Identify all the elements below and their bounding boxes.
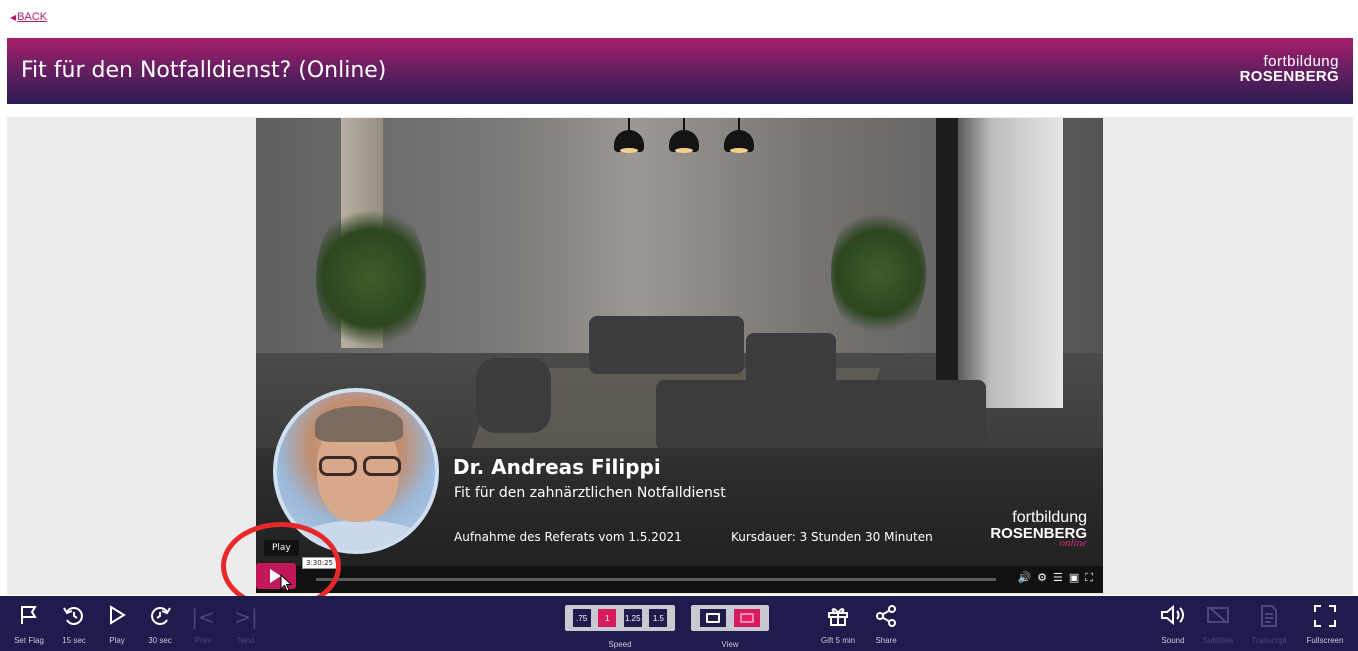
skip-forward-icon: >| bbox=[234, 605, 258, 629]
player-toolbar: Set Flag 15 sec Play 30 sec |< Prev >| N… bbox=[0, 596, 1358, 651]
play-button[interactable]: Play bbox=[102, 604, 132, 645]
share-button[interactable]: Share bbox=[870, 604, 902, 645]
skip-back-icon: |< bbox=[191, 605, 215, 629]
forward-30-label: 30 sec bbox=[148, 636, 172, 645]
speed-option[interactable]: 1.25 bbox=[623, 609, 642, 627]
scene-plant bbox=[316, 198, 426, 358]
video-brand-line1: fortbildung bbox=[1012, 509, 1087, 526]
play-label: Play bbox=[109, 636, 125, 645]
scene-window bbox=[943, 118, 1063, 408]
sound-label: Sound bbox=[1161, 636, 1185, 645]
view-label: View bbox=[721, 640, 739, 649]
share-icon bbox=[870, 604, 902, 630]
page-title: Fit für den Notfalldienst? (Online) bbox=[21, 58, 387, 83]
video-stage: Dr. Andreas Filippi Fit für den zahnärzt… bbox=[7, 117, 1353, 595]
prev-label: Prev bbox=[194, 636, 212, 645]
view-selector bbox=[691, 605, 769, 631]
course-header: Fit für den Notfalldienst? (Online) fort… bbox=[7, 38, 1353, 104]
subtitles-button[interactable]: Subtitles bbox=[1198, 604, 1238, 645]
pendant-lamp bbox=[724, 118, 754, 154]
window-view-icon bbox=[705, 613, 720, 623]
video-brand-logo: fortbildung ROSENBERG online bbox=[990, 510, 1087, 549]
gift-label: Gift 5 min bbox=[820, 636, 856, 645]
course-duration: Kursdauer: 3 Stunden 30 Minuten bbox=[731, 530, 933, 544]
subtitles-label: Subtitles bbox=[1202, 636, 1234, 645]
fullscreen-button[interactable]: Fullscreen bbox=[1302, 604, 1348, 645]
scene-pouf bbox=[476, 358, 551, 433]
back-arrow-icon: ◀ bbox=[10, 13, 17, 22]
speed-option-active[interactable]: 1 bbox=[598, 609, 617, 627]
view-option-window[interactable] bbox=[699, 609, 726, 627]
video-control-icons: 🔊 ⚙ ☰ ▣ ⛶ bbox=[1017, 571, 1093, 585]
transcript-label: Transcript bbox=[1251, 636, 1287, 645]
brand-line2: ROSENBERG bbox=[1239, 68, 1339, 85]
subtitles-icon bbox=[1198, 604, 1238, 630]
set-flag-button[interactable]: Set Flag bbox=[10, 604, 48, 645]
brand-logo: fortbildung ROSENBERG bbox=[1240, 54, 1339, 84]
next-button[interactable]: >| Next bbox=[233, 604, 259, 645]
back-label: BACK bbox=[17, 11, 48, 23]
fullscreen-small-icon[interactable]: ⛶ bbox=[1085, 571, 1093, 585]
speed-selector: .75 1 1.25 1.5 bbox=[565, 605, 675, 631]
progress-track[interactable] bbox=[316, 578, 996, 581]
recording-date: Aufnahme des Referats vom 1.5.2021 bbox=[454, 530, 682, 544]
back-link[interactable]: ◀BACK bbox=[10, 11, 47, 23]
speed-option[interactable]: 1.5 bbox=[649, 609, 668, 627]
prev-button[interactable]: |< Prev bbox=[190, 604, 216, 645]
speaker-subtitle: Fit für den zahnärztlichen Notfalldienst bbox=[454, 485, 726, 501]
share-label: Share bbox=[875, 636, 897, 645]
volume-icon[interactable]: 🔊 bbox=[1017, 571, 1031, 585]
rewind-15-button[interactable]: 15 sec bbox=[56, 604, 92, 645]
pendant-lamp bbox=[614, 118, 644, 154]
speaker-name: Dr. Andreas Filippi bbox=[453, 455, 661, 479]
gift-button[interactable]: Gift 5 min bbox=[815, 604, 861, 645]
flag-icon bbox=[10, 604, 48, 630]
fullscreen-label: Fullscreen bbox=[1306, 636, 1344, 645]
set-flag-label: Set Flag bbox=[14, 636, 44, 645]
forward-30-button[interactable]: 30 sec bbox=[142, 604, 178, 645]
view-option-wide[interactable] bbox=[734, 609, 761, 627]
gift-icon bbox=[815, 604, 861, 630]
scene-plant bbox=[831, 203, 926, 343]
scene-sofa bbox=[589, 316, 744, 374]
sound-button[interactable]: Sound bbox=[1155, 604, 1191, 645]
scene-sofa bbox=[656, 380, 986, 450]
settings-icon[interactable]: ⚙ bbox=[1037, 571, 1047, 585]
rewind-icon bbox=[56, 604, 92, 630]
mouse-cursor-icon bbox=[280, 574, 292, 592]
speaker-icon bbox=[1155, 604, 1191, 630]
transcript-button[interactable]: Transcript bbox=[1248, 604, 1290, 645]
pip-icon[interactable]: ▣ bbox=[1069, 571, 1079, 585]
rewind-15-label: 15 sec bbox=[62, 636, 86, 645]
video-player[interactable]: Dr. Andreas Filippi Fit für den zahnärzt… bbox=[256, 118, 1103, 593]
fullscreen-icon bbox=[1302, 604, 1348, 630]
next-label: Next bbox=[237, 636, 255, 645]
pendant-lamp bbox=[669, 118, 699, 154]
document-icon bbox=[1248, 604, 1290, 630]
speed-option[interactable]: .75 bbox=[572, 609, 591, 627]
brand-line1: fortbildung bbox=[1263, 53, 1339, 70]
play-outline-icon bbox=[102, 604, 132, 630]
speed-label: Speed bbox=[608, 640, 632, 649]
chapters-icon[interactable]: ☰ bbox=[1053, 571, 1063, 585]
wide-view-icon bbox=[740, 613, 755, 623]
forward-icon bbox=[142, 604, 178, 630]
video-controls-bar: 🔊 ⚙ ☰ ▣ ⛶ bbox=[256, 566, 1103, 593]
